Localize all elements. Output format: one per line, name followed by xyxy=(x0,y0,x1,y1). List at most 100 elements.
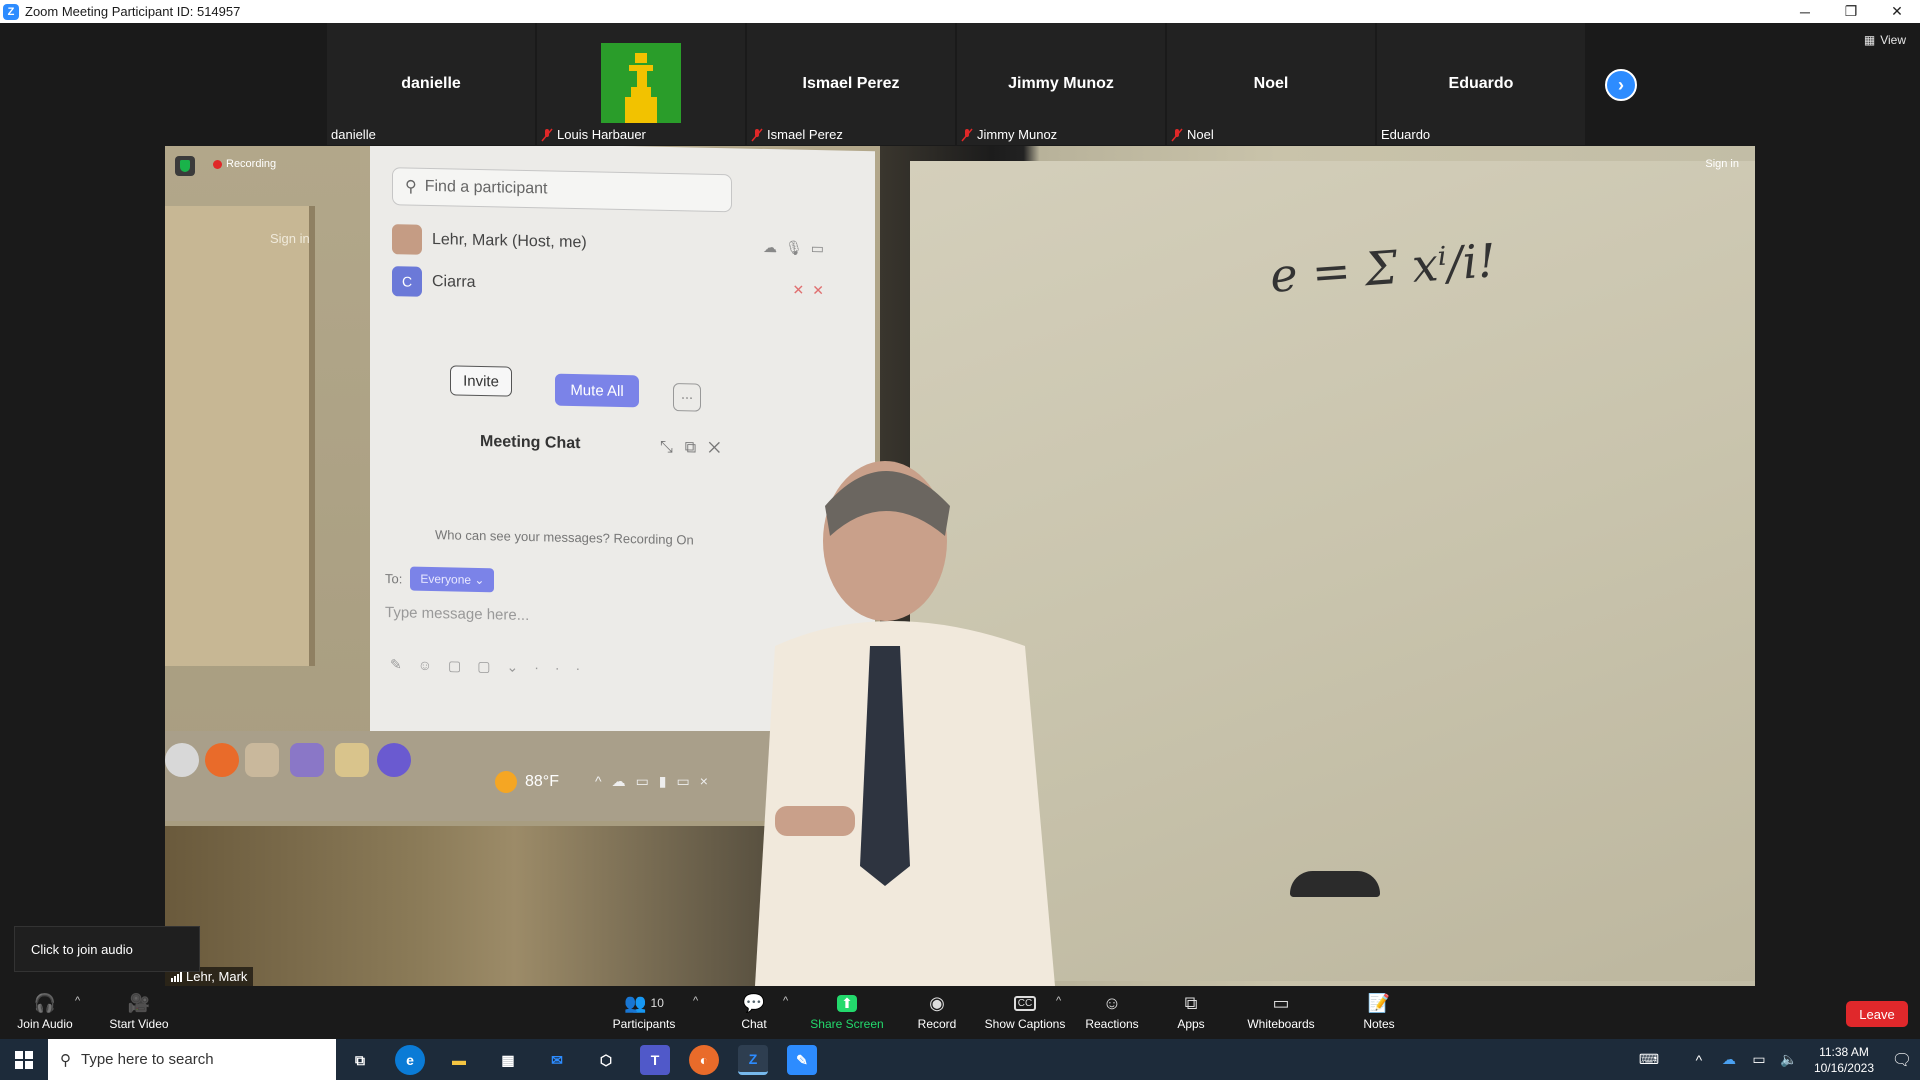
participant-label: Eduardo xyxy=(1381,127,1431,142)
minimize-button[interactable]: ─ xyxy=(1782,0,1828,23)
projected-chat-visibility: Who can see your messages? Recording On xyxy=(435,527,694,548)
duck-avatar-icon xyxy=(601,43,681,123)
participant-tile[interactable]: Eduardo Eduardo xyxy=(1377,23,1587,145)
chat-caret-icon[interactable]: ^ xyxy=(783,995,788,1007)
app-cube-icon[interactable]: ⬡ xyxy=(591,1045,621,1075)
audio-options-caret-icon[interactable]: ^ xyxy=(75,995,80,1007)
search-icon: ⚲ xyxy=(60,1051,71,1069)
apps-button[interactable]: ⧉ Apps xyxy=(1176,991,1206,1032)
leave-button[interactable]: Leave xyxy=(1846,1001,1908,1027)
notes-icon: 📝 xyxy=(1367,992,1391,1013)
next-page-arrow-icon[interactable]: › xyxy=(1605,69,1637,101)
network-icon[interactable]: ▭ xyxy=(1744,1051,1774,1068)
recording-indicator[interactable]: Recording xyxy=(213,158,276,170)
taskbar-search-input[interactable]: ⚲ Type here to search xyxy=(48,1039,336,1080)
participant-tile[interactable]: Jimmy Munoz Jimmy Munoz xyxy=(957,23,1167,145)
projected-chat-tools-icon: ✎☺▢▢⌄··· xyxy=(390,656,597,677)
participants-button[interactable]: 👥 10 Participants xyxy=(608,991,680,1032)
projected-chat-recipient: To: Everyone ⌄ xyxy=(385,566,495,593)
onedrive-icon[interactable]: ☁ xyxy=(1714,1051,1744,1068)
muted-mic-icon xyxy=(751,128,763,142)
join-audio-button[interactable]: 🎧 Join Audio xyxy=(14,991,76,1032)
show-captions-button[interactable]: CC Show Captions xyxy=(984,991,1066,1031)
whiteboard-app-icon[interactable]: ✎ xyxy=(787,1045,817,1075)
participant-tile[interactable]: Noel Noel xyxy=(1167,23,1377,145)
task-view-icon[interactable]: ⧉ xyxy=(345,1045,375,1075)
window-title: Zoom Meeting Participant ID: 514957 xyxy=(25,4,241,19)
mail-icon[interactable]: ✉ xyxy=(542,1045,572,1075)
zoom-taskbar-icon[interactable]: Z xyxy=(738,1045,768,1075)
avatar xyxy=(601,43,681,123)
projected-tray-icons: ^☁▭▮▭× xyxy=(595,773,718,789)
sun-icon xyxy=(495,771,517,793)
participant-display-name: Eduardo xyxy=(1448,75,1514,92)
participant-display-name: danielle xyxy=(401,75,461,92)
chrome-icon xyxy=(165,743,199,777)
participant-tile[interactable]: Louis Harbauer xyxy=(537,23,747,145)
projected-participant-row: Lehr, Mark (Host, me) ☁🎙▭ xyxy=(392,219,832,268)
avatar xyxy=(392,224,422,255)
zoom-logo-icon: Z xyxy=(3,3,19,20)
headphones-icon: 🎧 xyxy=(33,992,57,1013)
firefox-icon[interactable]: ◐ xyxy=(689,1045,719,1075)
projected-search-field: ⚲ Find a participant xyxy=(392,167,732,213)
window-title-bar: Z Zoom Meeting Participant ID: 514957 ─ … xyxy=(0,0,1920,23)
projected-more-button: ··· xyxy=(673,383,701,412)
join-audio-tooltip: Click to join audio xyxy=(14,926,200,972)
close-button[interactable]: ✕ xyxy=(1874,0,1920,23)
projected-mute-all-button: Mute All xyxy=(555,373,639,408)
signal-bars-icon xyxy=(171,971,182,982)
participant-label: Louis Harbauer xyxy=(541,127,646,142)
notifications-icon[interactable]: 🗨 xyxy=(1884,1050,1920,1070)
recording-dot-icon xyxy=(213,159,222,169)
projected-window-left xyxy=(165,206,315,666)
store-icon[interactable]: ▦ xyxy=(493,1045,523,1075)
participant-label: danielle xyxy=(331,127,376,142)
cc-icon: CC xyxy=(1013,991,1037,1015)
view-button[interactable]: ▦ View xyxy=(1864,33,1906,47)
windows-start-button[interactable] xyxy=(0,1039,48,1080)
grid-icon: ▦ xyxy=(1863,33,1876,47)
show-hidden-icons-icon[interactable]: ^ xyxy=(1684,1052,1714,1068)
start-video-button[interactable]: 🎥 Start Video xyxy=(106,991,172,1032)
avatar: C xyxy=(392,266,422,297)
record-button[interactable]: ◉ Record xyxy=(916,991,958,1032)
chat-button[interactable]: 💬 Chat xyxy=(736,991,772,1032)
whiteboard-icon: ▭ xyxy=(1272,992,1290,1013)
speaker-muted-icon[interactable]: 🔈 xyxy=(1774,1051,1804,1068)
edge-icon[interactable]: e xyxy=(395,1045,425,1075)
record-icon: ◉ xyxy=(929,992,945,1013)
captions-caret-icon[interactable]: ^ xyxy=(1056,995,1061,1007)
file-explorer-icon[interactable]: ▬ xyxy=(444,1045,474,1075)
participant-status-icons: ☁🎙▭ xyxy=(762,238,832,256)
participant-display-name: Jimmy Munoz xyxy=(1008,75,1114,92)
meeting-area: danielle danielle Louis Harbauer Ismael xyxy=(0,23,1920,987)
projected-chat-controls-icon: ⤡⧉✕ xyxy=(660,438,733,458)
meeting-toolbar: 🎧 Join Audio ^ 🎥 Start Video 👥 10 Partici… xyxy=(0,987,1920,1039)
whiteboards-button[interactable]: ▭ Whiteboards xyxy=(1246,991,1316,1032)
reactions-button[interactable]: ☺ Reactions xyxy=(1084,991,1140,1032)
board-eraser xyxy=(1290,871,1380,897)
share-screen-button[interactable]: ⬆ Share Screen xyxy=(810,991,884,1031)
notes-button[interactable]: 📝 Notes xyxy=(1362,991,1396,1032)
taskbar-clock[interactable]: 11:38 AM 10/16/2023 xyxy=(1814,1044,1874,1076)
muted-mic-icon xyxy=(541,128,553,142)
participant-display-name: Noel xyxy=(1253,75,1289,92)
encryption-shield-icon[interactable] xyxy=(175,156,195,176)
teams-icon[interactable]: T xyxy=(640,1045,670,1075)
participants-icon: 👥 10 xyxy=(624,992,664,1013)
windows-logo-icon xyxy=(15,1050,33,1069)
participant-tile[interactable]: Ismael Perez Ismael Perez xyxy=(747,23,957,145)
app-icon xyxy=(245,743,279,777)
window-controls: ─ ❐ ✕ xyxy=(1782,0,1920,23)
participant-display-name: Ismael Perez xyxy=(802,75,900,92)
apps-icon: ⧉ xyxy=(1184,992,1198,1013)
smiley-icon: ☺ xyxy=(1102,992,1122,1013)
participant-label: Noel xyxy=(1171,127,1214,142)
muted-mic-icon xyxy=(961,128,973,142)
participant-tile[interactable]: danielle danielle xyxy=(327,23,537,145)
restore-button[interactable]: ❐ xyxy=(1828,0,1874,23)
search-icon: ⚲ xyxy=(405,178,417,196)
keyboard-icon[interactable]: ⌨ xyxy=(1634,1051,1664,1068)
participants-caret-icon[interactable]: ^ xyxy=(693,995,698,1007)
